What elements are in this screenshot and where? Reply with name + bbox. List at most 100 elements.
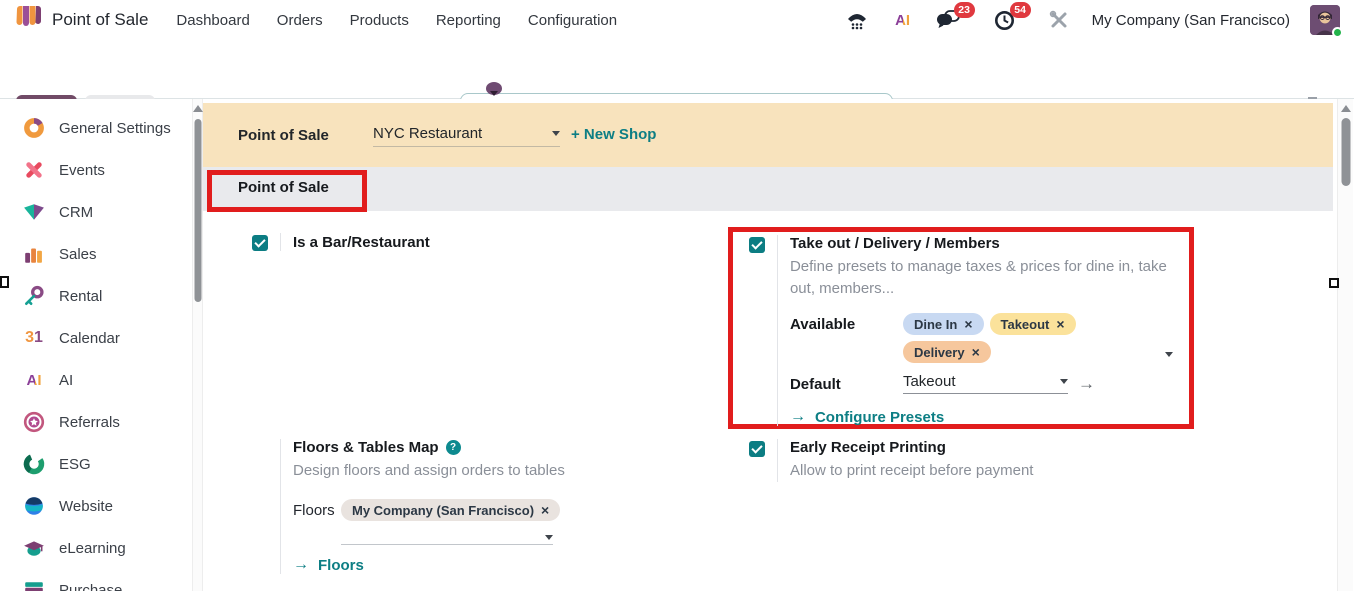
app-title: Point of Sale xyxy=(52,10,148,30)
help-icon[interactable]: ? xyxy=(446,440,461,455)
tag-label: Takeout xyxy=(1001,317,1050,332)
floors-select[interactable] xyxy=(341,535,553,545)
top-navbar: Point of Sale Dashboard Orders Products … xyxy=(0,0,1354,40)
setting-title: Early Receipt Printing xyxy=(790,439,1033,456)
voip-phone-icon[interactable] xyxy=(844,7,870,33)
settings-content: Point of Sale NYC Restaurant + New Shop … xyxy=(203,99,1333,591)
divider xyxy=(280,233,281,251)
events-icon xyxy=(22,158,46,182)
preset-tag-takeout[interactable]: Takeout × xyxy=(990,313,1076,335)
messages-icon[interactable]: 23 xyxy=(936,7,962,33)
shop-selector-band: Point of Sale NYC Restaurant + New Shop xyxy=(203,103,1333,167)
setting-early-receipt: Early Receipt Printing Allow to print re… xyxy=(749,439,1179,482)
preset-tag-dine-in[interactable]: Dine In × xyxy=(903,313,984,335)
sidebar-item-events[interactable]: Events xyxy=(0,149,192,191)
section-header-band: Point of Sale xyxy=(203,167,1333,211)
section-title: Point of Sale xyxy=(238,179,329,196)
sidebar-item-sales[interactable]: Sales xyxy=(0,233,192,275)
sidebar-item-label: ESG xyxy=(59,456,91,473)
sidebar-item-general-settings[interactable]: General Settings xyxy=(0,107,192,149)
setting-floors-map: Floors & Tables Map ? Design floors and … xyxy=(252,439,692,574)
selection-handle-top xyxy=(486,82,502,95)
available-label: Available xyxy=(790,313,903,363)
menu-products[interactable]: Products xyxy=(350,12,409,29)
debug-tools-icon[interactable] xyxy=(1046,7,1072,33)
sidebar-item-purchase[interactable]: Purchase xyxy=(0,569,192,591)
divider xyxy=(777,235,778,426)
divider xyxy=(777,439,778,482)
presets-checkbox[interactable] xyxy=(749,237,765,253)
sidebar-item-label: Rental xyxy=(59,288,102,305)
sidebar-item-label: Referrals xyxy=(59,414,120,431)
floors-company-tag[interactable]: My Company (San Francisco) × xyxy=(341,499,560,521)
menu-orders[interactable]: Orders xyxy=(277,12,323,29)
general-settings-icon xyxy=(22,116,46,140)
sidebar-scrollbar xyxy=(192,99,203,591)
purchase-icon xyxy=(22,578,46,591)
link-label: Configure Presets xyxy=(815,409,944,426)
scrollbar-thumb[interactable] xyxy=(1341,118,1350,186)
elearning-icon xyxy=(22,536,46,560)
internal-link-arrow-icon[interactable]: → xyxy=(1078,374,1095,394)
esg-icon xyxy=(22,452,46,476)
floors-link[interactable]: → Floors xyxy=(293,556,673,574)
sidebar-item-calendar[interactable]: 31 Calendar xyxy=(0,317,192,359)
tag-remove-icon[interactable]: × xyxy=(972,345,980,359)
chevron-down-icon[interactable] xyxy=(1165,352,1173,357)
arrow-right-icon: → xyxy=(293,556,309,574)
sidebar-item-label: Events xyxy=(59,162,105,179)
link-label: Floors xyxy=(318,557,364,574)
shop-selector-label: Point of Sale xyxy=(238,127,329,144)
setting-title: Take out / Delivery / Members xyxy=(790,235,1179,252)
sidebar-item-esg[interactable]: ESG xyxy=(0,443,192,485)
activities-clock-icon[interactable]: 54 xyxy=(992,7,1018,33)
setting-description: Define presets to manage taxes & prices … xyxy=(790,256,1179,300)
scroll-up-arrow[interactable] xyxy=(193,105,203,112)
sidebar-item-label: Website xyxy=(59,498,113,515)
sidebar-item-elearning[interactable]: eLearning xyxy=(0,527,192,569)
sidebar-item-label: eLearning xyxy=(59,540,126,557)
sidebar-item-website[interactable]: Website xyxy=(0,485,192,527)
floors-label: Floors xyxy=(293,499,341,521)
tag-remove-icon[interactable]: × xyxy=(964,317,972,331)
annotation-edge-handle-left xyxy=(0,276,9,288)
sidebar-item-crm[interactable]: CRM xyxy=(0,191,192,233)
sidebar-item-label: Calendar xyxy=(59,330,120,347)
setting-presets: Take out / Delivery / Members Define pre… xyxy=(749,235,1179,426)
user-avatar[interactable] xyxy=(1310,5,1340,35)
default-preset-select[interactable]: Takeout xyxy=(903,373,1068,394)
activities-badge: 54 xyxy=(1010,2,1031,18)
tag-remove-icon[interactable]: × xyxy=(1056,317,1064,331)
sidebar-item-referrals[interactable]: Referrals xyxy=(0,401,192,443)
ai-app-icon: AI xyxy=(22,368,46,392)
is-bar-restaurant-checkbox[interactable] xyxy=(252,235,268,251)
scrollbar-thumb[interactable] xyxy=(194,119,201,302)
online-status-dot xyxy=(1332,27,1343,38)
sidebar-item-ai[interactable]: AI AI xyxy=(0,359,192,401)
menu-configuration[interactable]: Configuration xyxy=(528,12,617,29)
early-receipt-checkbox[interactable] xyxy=(749,441,765,457)
tag-remove-icon[interactable]: × xyxy=(541,503,549,517)
ai-icon[interactable]: AI xyxy=(890,7,916,33)
app-window: Point of Sale Dashboard Orders Products … xyxy=(0,0,1354,591)
default-preset-value: Takeout xyxy=(903,373,1060,390)
configure-presets-link[interactable]: → Configure Presets xyxy=(790,408,1179,426)
sidebar-item-rental[interactable]: Rental xyxy=(0,275,192,317)
systray: AI 23 54 xyxy=(844,0,1340,40)
available-tags: Dine In × Takeout × Delivery × xyxy=(903,313,1179,363)
sidebar-item-label: Sales xyxy=(59,246,97,263)
menu-reporting[interactable]: Reporting xyxy=(436,12,501,29)
apps-menu-button[interactable]: Point of Sale xyxy=(16,6,148,35)
new-shop-link[interactable]: + New Shop xyxy=(571,126,656,143)
setting-is-bar-restaurant: Is a Bar/Restaurant xyxy=(252,233,672,251)
calendar-icon: 31 xyxy=(22,326,46,350)
company-switcher[interactable]: My Company (San Francisco) xyxy=(1092,12,1290,29)
scroll-up-arrow[interactable] xyxy=(1341,105,1351,112)
chevron-down-icon xyxy=(545,535,553,540)
menu-dashboard[interactable]: Dashboard xyxy=(176,12,249,29)
preset-tag-delivery[interactable]: Delivery × xyxy=(903,341,991,363)
shop-select-value: NYC Restaurant xyxy=(373,125,552,142)
tag-label: Delivery xyxy=(914,345,965,360)
pos-app-icon xyxy=(16,6,42,35)
shop-select[interactable]: NYC Restaurant xyxy=(373,125,560,147)
